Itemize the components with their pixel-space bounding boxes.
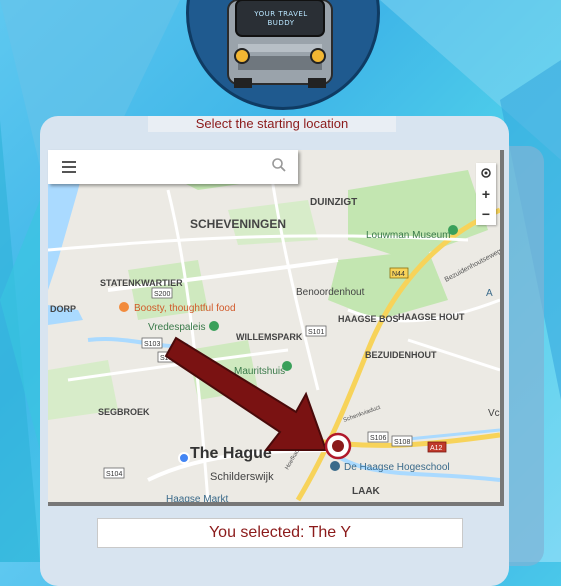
map-view[interactable]: DUINZIGT SCHEVENINGEN Louwman Museum STA… (48, 150, 504, 506)
road-shield: S200 (151, 287, 173, 299)
map-label: Louwman Museum (366, 230, 450, 241)
map-label: LAAK (352, 486, 381, 497)
logo-text: YOUR TRAVEL BUDDY (254, 10, 308, 27)
road-shield: S104 (103, 467, 125, 479)
svg-text:S101: S101 (308, 329, 324, 336)
museum-marker-icon[interactable] (282, 361, 292, 371)
selected-location-display: You selected: The Y (97, 518, 463, 548)
road-shield: S106 (367, 431, 389, 443)
map-canvas[interactable]: DUINZIGT SCHEVENINGEN Louwman Museum STA… (48, 150, 500, 502)
map-label: DORP (50, 304, 76, 314)
map-label: BEZUIDENHOUT (365, 350, 437, 360)
page-title: Select the starting location (148, 116, 396, 132)
svg-text:S200: S200 (154, 291, 170, 298)
map-label: Vredespaleis (148, 322, 205, 333)
map-controls: + − (476, 163, 496, 225)
map-label: Boosty, thoughtful food (134, 303, 236, 314)
school-marker-icon[interactable] (330, 461, 340, 471)
search-icon[interactable] (272, 158, 286, 172)
svg-text:N44: N44 (392, 271, 405, 278)
zoom-in-button[interactable]: + (476, 184, 496, 204)
park-marker-icon[interactable] (209, 321, 219, 331)
map-label: A (486, 288, 493, 299)
museum-marker-icon[interactable] (448, 225, 458, 235)
map-label: SEGBROEK (98, 407, 150, 417)
card-shadow (508, 146, 544, 566)
map-label: Mauritshuis (234, 366, 285, 377)
svg-text:A12: A12 (430, 445, 443, 452)
road-shield: S103 (141, 337, 163, 349)
map-label: STATENKWARTIER (100, 278, 183, 288)
svg-text:S103: S103 (144, 341, 160, 348)
map-label: HAAGSE HOUT (398, 312, 465, 322)
menu-icon[interactable] (62, 161, 76, 173)
location-icon[interactable] (476, 163, 496, 183)
map-label: Vc (488, 408, 500, 419)
map-label: Haagse Markt (166, 494, 228, 502)
svg-text:S108: S108 (394, 439, 410, 446)
svg-text:S106: S106 (370, 435, 386, 442)
map-search-box[interactable] (48, 150, 298, 184)
map-label: The Hague (190, 445, 272, 462)
road-shield: S108 (391, 435, 413, 447)
map-label: WILLEMSPARK (236, 332, 303, 342)
svg-text:S104: S104 (106, 471, 122, 478)
current-location-icon (178, 452, 190, 464)
map-label: Benoordenhout (296, 287, 365, 298)
map-label: DUINZIGT (310, 197, 357, 208)
zoom-out-button[interactable]: − (476, 204, 496, 224)
map-label: Schilderswijk (210, 471, 274, 483)
location-pin-icon[interactable] (324, 432, 352, 460)
restaurant-marker-icon[interactable] (119, 302, 129, 312)
map-label: HAAGSE BOS (338, 314, 399, 324)
map-label: SCHEVENINGEN (190, 217, 286, 231)
map-label: De Haagse Hogeschool (344, 462, 450, 473)
road-shield: S101 (305, 325, 327, 337)
road-shield: A12 (427, 441, 447, 453)
road-shield: N44 (389, 267, 409, 279)
